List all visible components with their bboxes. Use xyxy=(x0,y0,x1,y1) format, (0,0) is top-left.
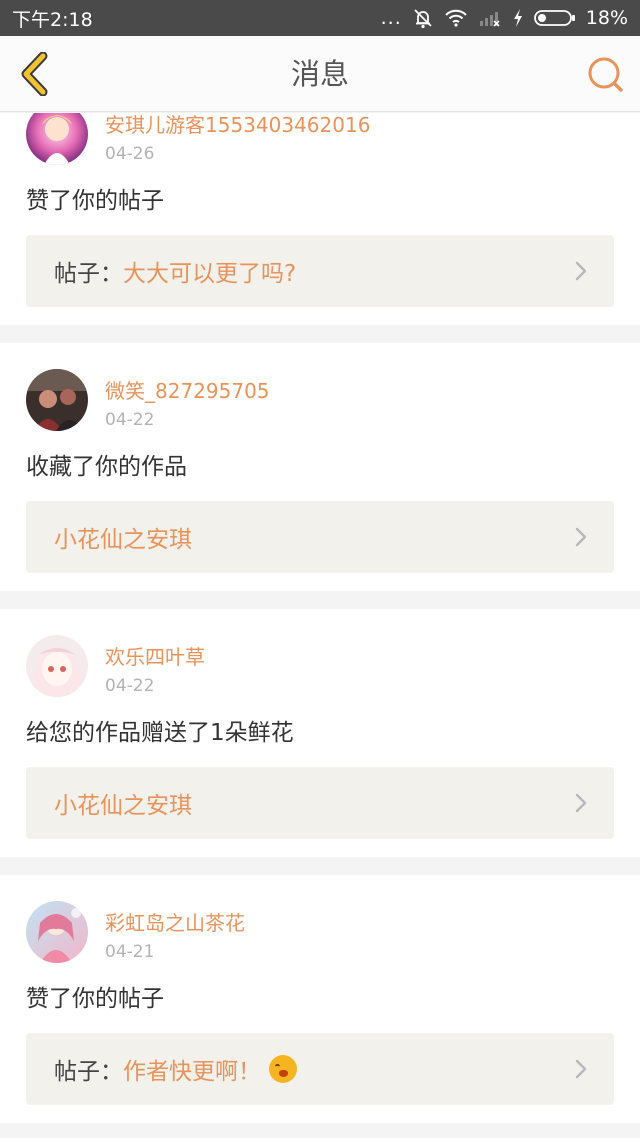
wifi-icon xyxy=(444,8,468,28)
avatar[interactable] xyxy=(26,113,88,165)
chevron-right-icon xyxy=(574,792,588,814)
message-date: 04-22 xyxy=(105,676,155,696)
app-header: 消息 xyxy=(0,36,640,112)
work-link[interactable]: 小花仙之安琪 xyxy=(26,501,614,573)
post-title: 作者快更啊！ xyxy=(123,1059,261,1085)
search-button[interactable] xyxy=(584,54,626,96)
message-action: 给您的作品赠送了1朵鲜花 xyxy=(26,720,294,746)
username[interactable]: 欢乐四叶草 xyxy=(105,641,205,670)
post-title: 大大可以更了吗? xyxy=(123,261,297,287)
work-title: 小花仙之安琪 xyxy=(54,527,192,553)
avatar[interactable] xyxy=(26,901,88,963)
avatar[interactable] xyxy=(26,635,88,697)
message-date: 04-21 xyxy=(105,942,155,962)
avatar[interactable] xyxy=(26,369,88,431)
laughing-emoji-icon xyxy=(269,1055,297,1083)
message-card: 彩虹岛之山茶花 04-21 赞了你的帖子 帖子： 作者快更啊！ xyxy=(0,875,640,1123)
message-action: 收藏了你的作品 xyxy=(26,454,187,480)
battery-percent: 18% xyxy=(585,7,628,29)
status-icons: ... 18% xyxy=(381,7,628,29)
username[interactable]: 安琪儿游客1553403462016 xyxy=(105,113,370,138)
message-date: 04-22 xyxy=(105,410,155,430)
username[interactable]: 彩虹岛之山茶花 xyxy=(105,907,245,936)
post-link[interactable]: 帖子： 大大可以更了吗? xyxy=(26,235,614,307)
status-time: 下午2:18 xyxy=(12,8,93,31)
message-list[interactable]: 安琪儿游客1553403462016 04-26 赞了你的帖子 帖子： 大大可以… xyxy=(0,113,640,1138)
status-dots: ... xyxy=(380,7,402,29)
username[interactable]: 微笑_827295705 xyxy=(105,375,270,404)
status-bar: 下午2:18 ... 18% xyxy=(0,0,640,36)
battery-icon xyxy=(533,8,576,28)
chevron-right-icon xyxy=(574,260,588,282)
page-title: 消息 xyxy=(290,57,349,91)
message-action: 赞了你的帖子 xyxy=(26,188,164,214)
post-prefix: 帖子： xyxy=(54,1059,123,1085)
work-title: 小花仙之安琪 xyxy=(54,793,192,819)
message-date: 04-26 xyxy=(105,144,155,164)
signal-icon xyxy=(478,8,502,28)
mute-bell-icon xyxy=(412,7,434,29)
charging-icon xyxy=(512,8,524,28)
message-card: 微笑_827295705 04-22 收藏了你的作品 小花仙之安琪 xyxy=(0,343,640,591)
chevron-right-icon xyxy=(574,1058,588,1080)
post-link[interactable]: 帖子： 作者快更啊！ xyxy=(26,1033,614,1105)
chevron-right-icon xyxy=(574,526,588,548)
message-card: 欢乐四叶草 04-22 给您的作品赠送了1朵鲜花 小花仙之安琪 xyxy=(0,609,640,857)
search-icon xyxy=(588,57,623,92)
message-action: 赞了你的帖子 xyxy=(26,986,164,1012)
post-prefix: 帖子： xyxy=(54,261,123,287)
work-link[interactable]: 小花仙之安琪 xyxy=(26,767,614,839)
message-card: 安琪儿游客1553403462016 04-26 赞了你的帖子 帖子： 大大可以… xyxy=(0,113,640,325)
